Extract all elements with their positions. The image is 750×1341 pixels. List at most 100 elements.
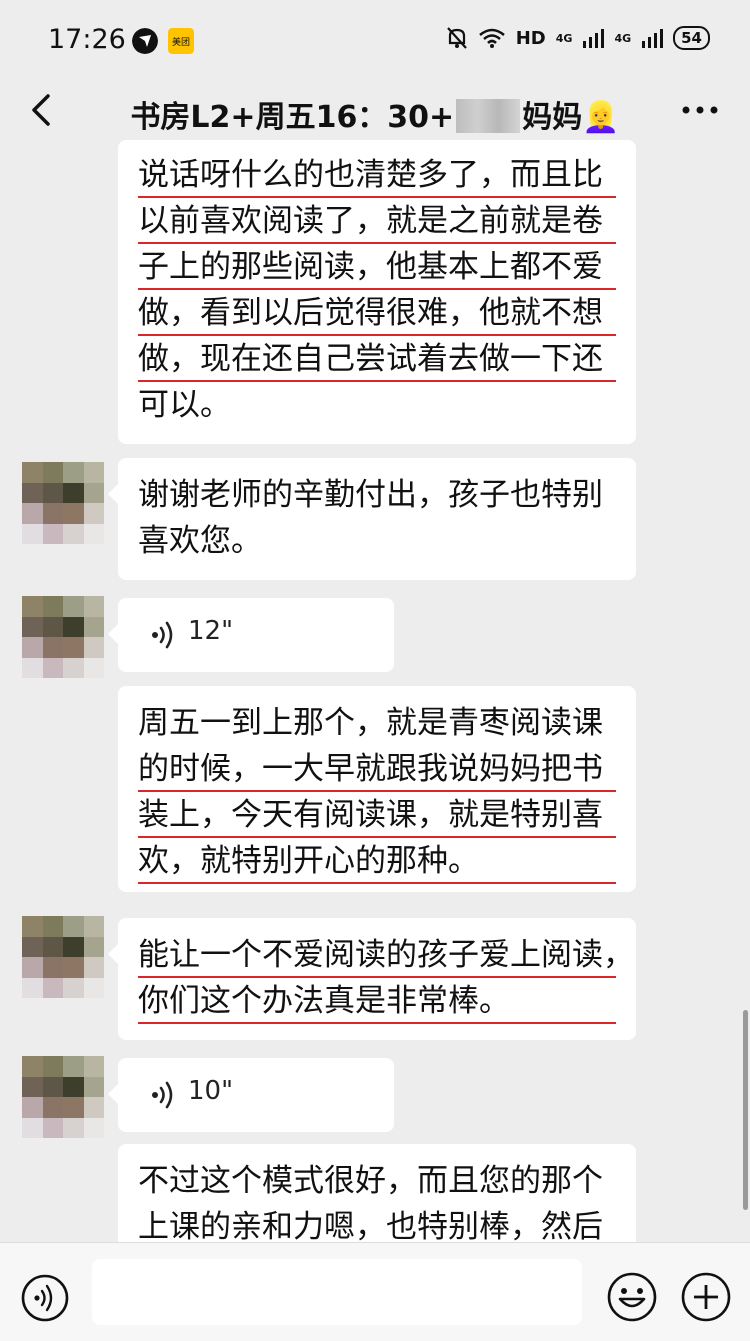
avatar-tile [22, 936, 43, 957]
avatar-tile [42, 482, 63, 503]
avatar-tile [63, 1076, 84, 1097]
avatar[interactable] [22, 1056, 104, 1138]
navigation-app-icon [132, 28, 158, 54]
mute-bell-icon [446, 27, 467, 49]
avatar-tile [42, 596, 63, 617]
status-indicators: HD 4G 4G 54 [446, 26, 710, 50]
blurred-name [456, 99, 521, 133]
message-line: 装上，今天有阅读课，就是特别喜 [138, 792, 616, 838]
message-line: 欢，就特别开心的那种。 [138, 838, 616, 884]
avatar-tile [42, 916, 63, 937]
avatar[interactable] [22, 596, 104, 678]
meituan-badge-text: 美团 [172, 36, 190, 48]
avatar-tile [83, 637, 104, 658]
battery-indicator: 54 [673, 26, 710, 50]
message-line: 你们这个办法真是非常棒。 [138, 978, 616, 1024]
avatar-tile [63, 523, 84, 544]
message-line: 上课的亲和力嗯，也特别棒，然后 [138, 1209, 603, 1242]
avatar-tile [63, 462, 84, 483]
message-line: 谢谢老师的辛勤付出，孩子也特别 [138, 477, 603, 513]
avatar-tile [83, 916, 104, 937]
avatar-tile [63, 977, 84, 998]
avatar-tile [83, 1117, 104, 1138]
avatar-tile [63, 616, 84, 637]
wifi-icon [478, 28, 505, 48]
avatar-tile [83, 616, 104, 637]
avatar-tile [83, 523, 104, 544]
message-line: 的时候，一大早就跟我说妈妈把书 [138, 746, 616, 792]
message-line: 喜欢您。 [138, 523, 262, 559]
network-4g-label-2: 4G [614, 31, 632, 45]
network-hd-label: HD [515, 27, 546, 49]
voice-message[interactable]: 10" [108, 1058, 394, 1132]
avatar[interactable] [22, 462, 104, 544]
message-input[interactable] [92, 1259, 582, 1325]
chat-header: 书房L2+周五16：30+ 妈妈👱‍♀️ [0, 80, 750, 140]
avatar-tile [42, 1097, 63, 1118]
input-bar [0, 1242, 750, 1341]
chat-title: 书房L2+周五16：30+ 妈妈👱‍♀️ [0, 92, 750, 136]
avatar-tile [83, 936, 104, 957]
avatar-tile [63, 503, 84, 524]
plus-circle-icon[interactable] [680, 1271, 732, 1323]
avatar-tile [83, 503, 104, 524]
avatar-tile [83, 462, 104, 483]
avatar-tile [42, 462, 63, 483]
message-bubble[interactable]: 周五一到上那个，就是青枣阅读课 的时候，一大早就跟我说妈妈把书 装上，今天有阅读… [118, 686, 636, 892]
voice-toggle-icon[interactable] [20, 1273, 70, 1323]
voice-wave-icon [152, 1081, 173, 1109]
chat-message-list[interactable]: 说话呀什么的也清楚多了，而且比 以前喜欢阅读了，就是之前就是卷 子上的那些阅读，… [0, 140, 750, 1242]
avatar-tile [83, 596, 104, 617]
avatar[interactable] [22, 916, 104, 998]
voice-message[interactable]: 12" [108, 598, 394, 672]
voice-wave-icon [152, 621, 173, 649]
avatar-tile [63, 1097, 84, 1118]
avatar-tile [63, 657, 84, 678]
message-bubble[interactable]: 不过这个模式很好，而且您的那个 上课的亲和力嗯，也特别棒，然后 [118, 1144, 636, 1242]
status-bar: 17:26 美团 HD 4G 4G 54 [0, 0, 750, 80]
avatar-tile [83, 657, 104, 678]
scrollbar[interactable] [743, 1010, 748, 1210]
avatar-tile [22, 523, 43, 544]
avatar-tile [42, 503, 63, 524]
message-line: 以前喜欢阅读了，就是之前就是卷 [138, 198, 616, 244]
avatar-tile [22, 462, 43, 483]
avatar-tile [83, 1097, 104, 1118]
avatar-tile [42, 957, 63, 978]
message-bubble[interactable]: 能让一个不爱阅读的孩子爱上阅读， 你们这个办法真是非常棒。 [108, 918, 636, 1040]
avatar-tile [42, 616, 63, 637]
avatar-tile [63, 1117, 84, 1138]
avatar-tile [42, 1076, 63, 1097]
avatar-tile [22, 957, 43, 978]
avatar-tile [42, 637, 63, 658]
emoji-icon[interactable] [606, 1271, 658, 1323]
avatar-tile [42, 1056, 63, 1077]
avatar-tile [42, 936, 63, 957]
message-bubble[interactable]: 谢谢老师的辛勤付出，孩子也特别 喜欢您。 [108, 458, 636, 580]
avatar-tile [42, 657, 63, 678]
avatar-tile [63, 637, 84, 658]
chat-title-suffix: 妈妈👱‍♀️ [522, 100, 620, 135]
avatar-tile [22, 596, 43, 617]
avatar-tile [22, 1117, 43, 1138]
message-line: 子上的那些阅读，他基本上都不爱 [138, 244, 616, 290]
avatar-tile [22, 637, 43, 658]
avatar-tile [22, 503, 43, 524]
avatar-tile [22, 916, 43, 937]
avatar-tile [22, 1097, 43, 1118]
message-line: 说话呀什么的也清楚多了，而且比 [138, 152, 616, 198]
message-line: 周五一到上那个，就是青枣阅读课 [138, 705, 603, 741]
signal-bars-icon-2 [642, 29, 664, 48]
avatar-tile [83, 977, 104, 998]
avatar-tile [63, 957, 84, 978]
meituan-app-icon: 美团 [168, 28, 194, 54]
avatar-tile [42, 977, 63, 998]
message-bubble[interactable]: 说话呀什么的也清楚多了，而且比 以前喜欢阅读了，就是之前就是卷 子上的那些阅读，… [118, 140, 636, 444]
more-options-icon[interactable] [680, 100, 720, 120]
network-4g-label-1: 4G [555, 31, 573, 45]
message-line: 不过这个模式很好，而且您的那个 [138, 1163, 603, 1199]
avatar-tile [22, 1076, 43, 1097]
message-line: 可以。 [138, 387, 231, 423]
avatar-tile [83, 1076, 104, 1097]
avatar-tile [63, 916, 84, 937]
